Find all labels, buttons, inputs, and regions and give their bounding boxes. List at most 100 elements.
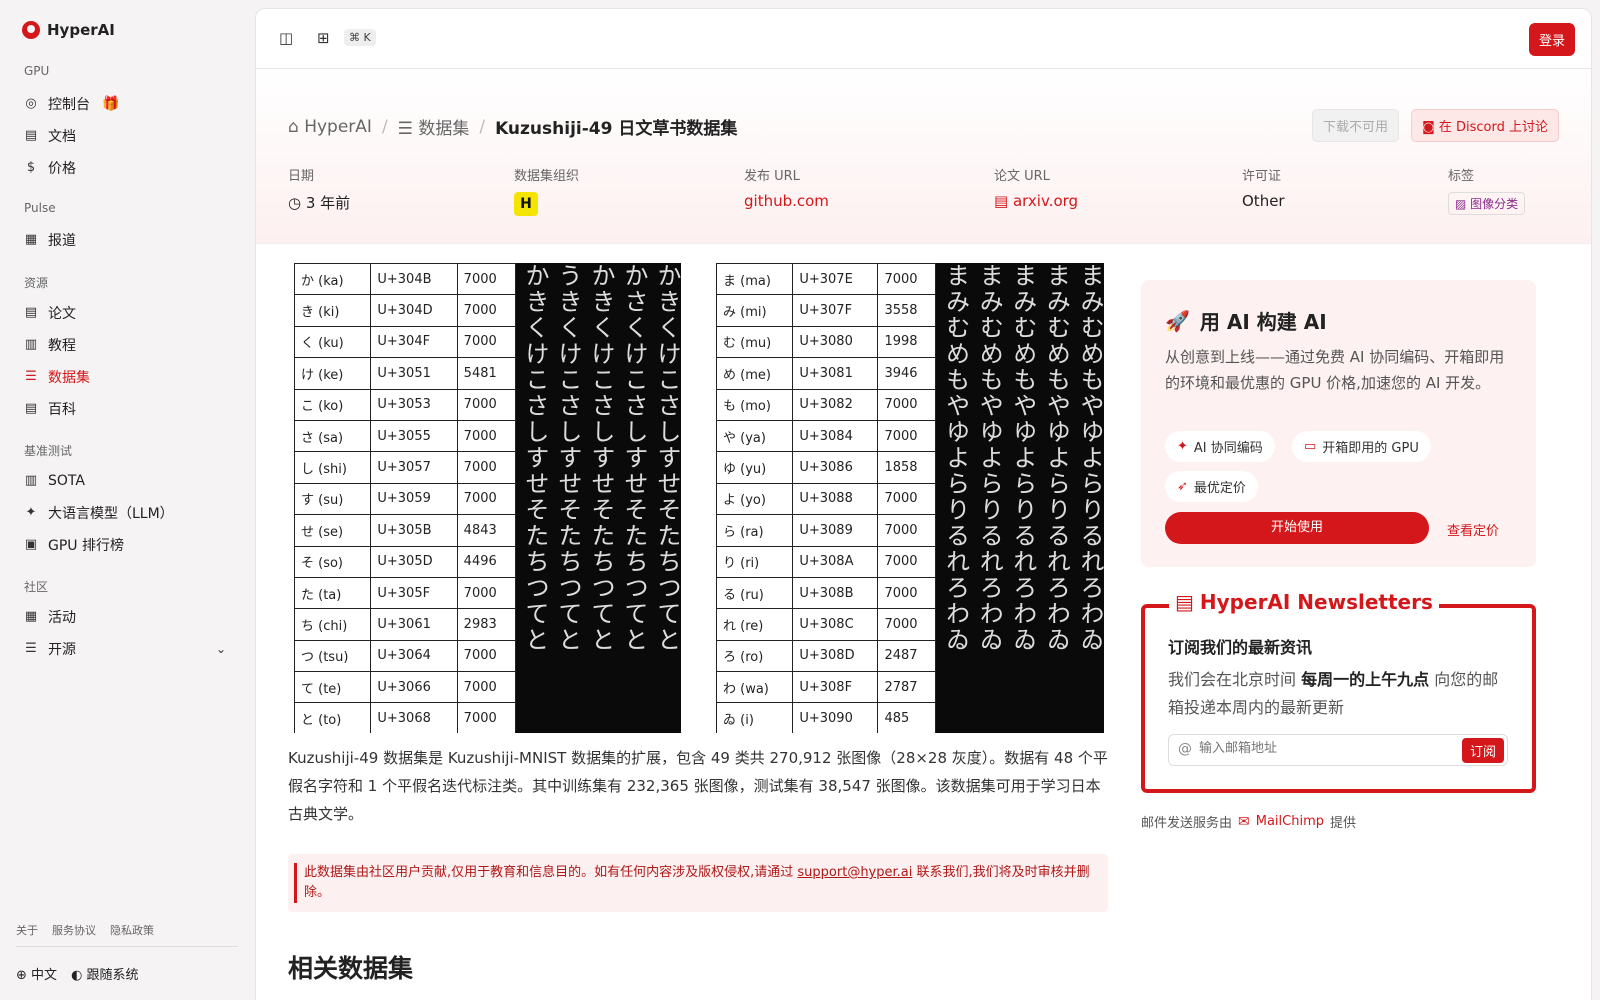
chip-ai-coding[interactable]: ✦ AI 协同编码 <box>1165 431 1275 462</box>
table-row: こ (ko) U+3053 7000 <box>293 388 517 421</box>
count-cell: 7000 <box>456 263 517 296</box>
kana-cell: ら (ra) <box>715 514 794 547</box>
sidebar-item-events[interactable]: ▦ 活动 <box>16 602 238 632</box>
chip-pricing[interactable]: ➶ 最优定价 <box>1165 471 1258 502</box>
command-shortcut[interactable]: ⌘ K <box>344 29 376 46</box>
privacy-link[interactable]: 隐私政策 <box>110 922 154 938</box>
terms-link[interactable]: 服务协议 <box>52 922 96 938</box>
unicode-cell: U+304B <box>370 263 458 296</box>
meta-org: 数据集组织 H <box>514 165 579 216</box>
dataset-preview-image: か (ka) U+304B 7000 き (ki) U+304D 7000 く (ku) U+… <box>288 263 1108 733</box>
download-button[interactable]: 下载不可用 <box>1311 109 1399 142</box>
sidebar-item-datasets[interactable]: ☰ 数据集 <box>16 362 238 392</box>
sidebar-item-papers[interactable]: ▤ 论文 <box>16 298 238 328</box>
sidebar-item-opensource[interactable]: ☰ 开源 ⌄ <box>16 634 238 664</box>
subscribe-button[interactable]: 订阅 <box>1461 738 1504 763</box>
discord-button[interactable]: ◙ 在 Discord 上讨论 <box>1411 109 1559 142</box>
discord-icon: ◙ <box>1422 120 1435 135</box>
promo-text: 从创意到上线——通过免费 AI 协同编码、开箱即用的环境和最优惠的 GPU 价格… <box>1165 348 1505 392</box>
sidebar-item-gpu-rank[interactable]: ▣ GPU 排行榜 <box>16 530 238 560</box>
newsletter-legend: HyperAI Newsletters <box>1199 590 1433 614</box>
kana-cell: ろ (ro) <box>715 639 794 673</box>
breadcrumb-datasets-label: 数据集 <box>418 119 470 139</box>
count-cell: 2983 <box>456 608 517 641</box>
chip-gpu[interactable]: ▭ 开箱即用的 GPU <box>1292 431 1431 462</box>
paper-url-link[interactable]: ▤ arxiv.org <box>994 192 1078 210</box>
breadcrumb-datasets[interactable]: ☰ 数据集 <box>398 114 470 139</box>
meta-url: 发布 URL github.com <box>744 165 829 210</box>
kana-cell: も (mo) <box>715 388 794 421</box>
get-started-button[interactable]: 开始使用 <box>1165 512 1429 544</box>
sample-strip-right: まみむめもやゆよらりるれろわゐ まみむめもやゆよらりるれろわゐ まみむめもやゆよらり… <box>936 263 1104 733</box>
kana-cell: れ (re) <box>715 608 794 641</box>
kana-cell: け (ke) <box>293 357 372 390</box>
sidebar-item-docs[interactable]: ▤ 文档 <box>16 121 238 151</box>
kana-cell: ゆ (yu) <box>715 451 794 484</box>
chip-icon: ▣ <box>24 537 38 552</box>
sidebar-item-label: 百科 <box>48 402 76 418</box>
support-email-link[interactable]: support@hyper.ai <box>797 865 912 880</box>
about-link[interactable]: 关于 <box>16 922 38 938</box>
sidebar-item-console[interactable]: ◎ 控制台 🎁 <box>16 89 238 119</box>
chip-label: 最优定价 <box>1193 481 1246 496</box>
section-benchmarks: 基准测试 <box>24 444 73 458</box>
unicode-cell: U+3089 <box>792 514 879 547</box>
chevron-down-icon: ⌄ <box>215 642 226 656</box>
brand[interactable]: HyperAI <box>22 21 115 39</box>
sidebar-item-pricing[interactable]: $ 价格 <box>16 153 238 183</box>
sidebar-item-news[interactable]: ▦ 报道 <box>16 225 238 255</box>
breadcrumb-home[interactable]: ⌂ HyperAI <box>288 117 372 137</box>
kana-cell: す (su) <box>293 482 372 516</box>
release-url-link[interactable]: github.com <box>744 192 829 210</box>
sidebar-item-label: 开源 <box>48 642 76 658</box>
discord-label: 在 Discord 上讨论 <box>1438 120 1548 135</box>
unicode-cell: U+3061 <box>370 608 458 641</box>
table-row: め (me) U+3081 3946 <box>715 357 936 390</box>
breadcrumb: ⌂ HyperAI / ☰ 数据集 / Kuzushiji-49 日文草书数据集 <box>288 114 738 140</box>
tag-label: 图像分类 <box>1470 197 1519 211</box>
theme-switcher[interactable]: ◐ 跟随系统 <box>71 964 139 983</box>
tag-image-classification[interactable]: ▨ 图像分类 <box>1448 192 1526 215</box>
unicode-cell: U+3084 <box>792 419 879 453</box>
newsletter-box: ▤ HyperAI Newsletters 订阅我们的最新资讯 我们会在北京时间 … <box>1141 590 1536 793</box>
table-row: と (to) U+3068 7000 <box>293 702 517 733</box>
table-row: ら (ra) U+3089 7000 <box>715 514 936 547</box>
unicode-cell: U+3059 <box>370 482 458 516</box>
unicode-cell: U+307E <box>792 263 879 296</box>
table-row: せ (se) U+305B 4843 <box>293 514 517 547</box>
meta-label: 论文 URL <box>994 169 1050 184</box>
sidebar-item-tutorials[interactable]: ▥ 教程 <box>16 330 238 360</box>
count-cell: 3558 <box>877 294 936 327</box>
email-input[interactable] <box>1199 741 1449 756</box>
sidebar-item-sota[interactable]: ▥ SOTA <box>16 466 238 496</box>
chip-label: AI 协同编码 <box>1193 441 1263 456</box>
sidebar-item-wiki[interactable]: ▤ 百科 <box>16 394 238 424</box>
language-switcher[interactable]: ⊕ 中文 <box>16 964 57 983</box>
unicode-cell: U+3057 <box>370 451 458 484</box>
unicode-cell: U+3066 <box>370 671 458 704</box>
table-row: し (shi) U+3057 7000 <box>293 451 517 484</box>
view-pricing-link[interactable]: 查看定价 <box>1447 520 1499 539</box>
table-row: そ (so) U+305D 4496 <box>293 545 517 578</box>
newsletter-icon: ▤ <box>1175 590 1194 614</box>
login-button[interactable]: 登录 <box>1528 23 1575 56</box>
breadcrumb-home-label: HyperAI <box>304 116 372 137</box>
sidebar-item-llm[interactable]: ✦ 大语言模型（LLM） <box>16 498 238 528</box>
sidebar-toggle-icon[interactable]: ◫ <box>279 29 293 47</box>
mailchimp-link[interactable]: MailChimp <box>1256 814 1324 829</box>
apps-grid-icon[interactable]: ⊞ <box>317 29 330 47</box>
count-cell: 7000 <box>456 671 517 704</box>
newsletter-title: 订阅我们的最新资讯 <box>1168 638 1313 657</box>
organization-logo-icon[interactable]: H <box>514 192 538 216</box>
section-community: 社区 <box>24 580 49 594</box>
unicode-cell: U+307F <box>792 294 879 327</box>
handwritten-sample-column: かきくけこさしすせそたちつてと <box>653 263 681 653</box>
unicode-cell: U+3053 <box>370 388 458 421</box>
page-title: Kuzushiji-49 日文草书数据集 <box>495 119 738 139</box>
meta-license: 许可证 Other <box>1242 165 1285 210</box>
table-row: か (ka) U+304B 7000 <box>293 263 517 296</box>
dataset-header: ⌂ HyperAI / ☰ 数据集 / Kuzushiji-49 日文草书数据集… <box>256 69 1591 244</box>
count-cell: 7000 <box>456 419 517 453</box>
gauge-icon: ◎ <box>25 96 37 111</box>
main-panel: ◫ ⊞ ⌘ K 登录 ⌂ HyperAI / ☰ 数据集 / Kuzushiji… <box>255 8 1592 1000</box>
